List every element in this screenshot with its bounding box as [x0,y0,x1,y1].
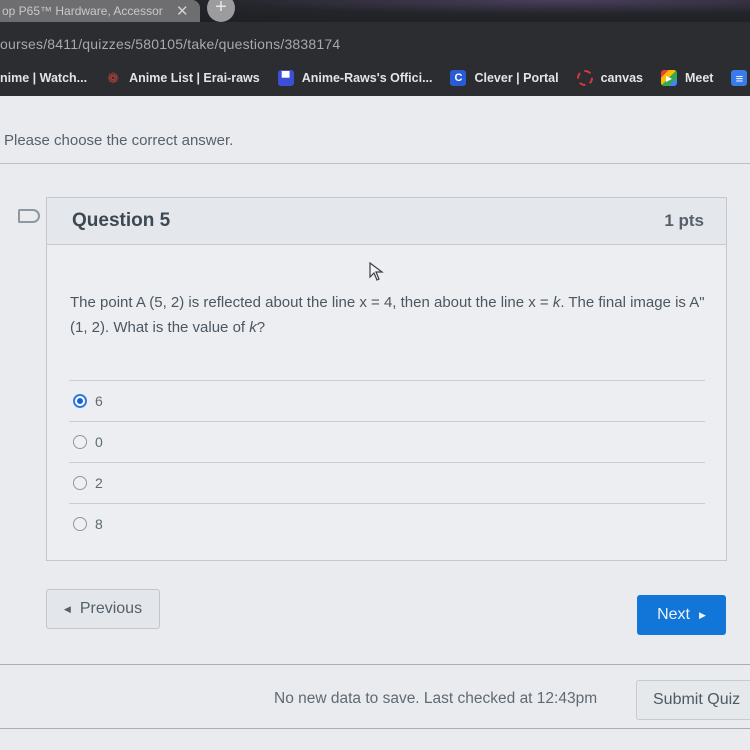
question-variable: k [249,319,257,336]
question-title: Question 5 [72,210,171,231]
question-text-part: The point A (5, 2) is reflected about th… [70,294,553,311]
close-icon[interactable]: ✕ [176,2,189,20]
bookmark-label: Anime List | Erai-raws [129,71,260,85]
canvas-icon [576,70,593,86]
flag-question-icon[interactable] [18,209,40,223]
chevron-right-icon: ▶ [698,609,706,620]
divider [0,163,750,164]
bookmark-anime-watch[interactable]: nime | Watch... [0,71,87,85]
erai-icon: ❁ [107,69,119,86]
bookmark-anime-raws[interactable]: ▀ Anime-Raws's Offici... [277,70,433,86]
bookmarks-bar: nime | Watch... ❁ Anime List | Erai-raws… [0,60,750,96]
bookmark-label: nime | Watch... [0,71,88,85]
radio-selected[interactable] [73,394,87,408]
address-bar[interactable]: ourses/8411/quizzes/580105/take/question… [0,22,750,60]
answer-label: 0 [95,434,103,450]
anime-raws-icon: ▀ [277,70,294,86]
next-button[interactable]: Next ▶ [637,595,726,635]
chevron-left-icon: ◀ [63,603,71,614]
bookmark-google-docs[interactable]: ≡ Googl [731,70,750,86]
bookmark-label: canvas [600,71,643,85]
bookmark-erai-raws[interactable]: ❁ Anime List | Erai-raws [105,70,260,86]
radio[interactable] [73,435,87,449]
question-text-part: ? [256,319,266,336]
submit-quiz-button[interactable]: Submit Quiz [636,680,750,720]
bookmark-label: Meet [684,71,714,85]
bookmark-clever[interactable]: C Clever | Portal [450,70,559,86]
next-label: Next [657,606,690,623]
tab-title: op P65™ Hardware, Accessor [2,4,163,18]
url-text[interactable]: ourses/8411/quizzes/580105/take/question… [0,36,340,52]
previous-label: Previous [79,600,143,617]
question-card: Question 5 1 pts The point A (5, 2) is r… [46,197,727,561]
answer-option[interactable]: 2 [69,462,705,503]
divider [0,728,750,729]
meet-icon: ▶ [660,70,677,86]
save-status: No new data to save. Last checked at 12:… [274,690,598,707]
clever-icon: C [450,70,467,86]
answer-option[interactable]: 0 [69,421,705,462]
radio[interactable] [73,517,87,531]
browser-tab[interactable]: op P65™ Hardware, Accessor ✕ [0,0,200,22]
previous-button[interactable]: ◀ Previous [46,589,160,629]
bookmark-canvas[interactable]: canvas [576,70,643,86]
answer-label: 2 [95,475,103,491]
answer-option[interactable]: 6 [69,380,705,421]
quiz-instruction: Please choose the correct answer. [4,132,234,149]
quiz-page: Please choose the correct answer. Questi… [0,96,750,750]
browser-tabstrip: op P65™ Hardware, Accessor ✕ + [0,0,750,22]
google-docs-icon: ≡ [731,70,748,86]
question-header: Question 5 1 pts [47,198,726,245]
bookmark-label: Clever | Portal [474,71,559,85]
answer-option[interactable]: 8 [69,503,705,544]
answer-label: 6 [95,393,103,409]
answer-label: 8 [95,516,103,532]
new-tab-button[interactable]: + [207,0,235,22]
answer-list: 6 0 2 8 [69,380,705,544]
bookmark-meet[interactable]: ▶ Meet [660,70,714,86]
radio[interactable] [73,476,87,490]
question-points: 1 pts [664,211,704,230]
bookmark-label: Anime-Raws's Offici... [301,71,433,85]
question-text: The point A (5, 2) is reflected about th… [70,290,710,340]
divider [0,664,750,665]
